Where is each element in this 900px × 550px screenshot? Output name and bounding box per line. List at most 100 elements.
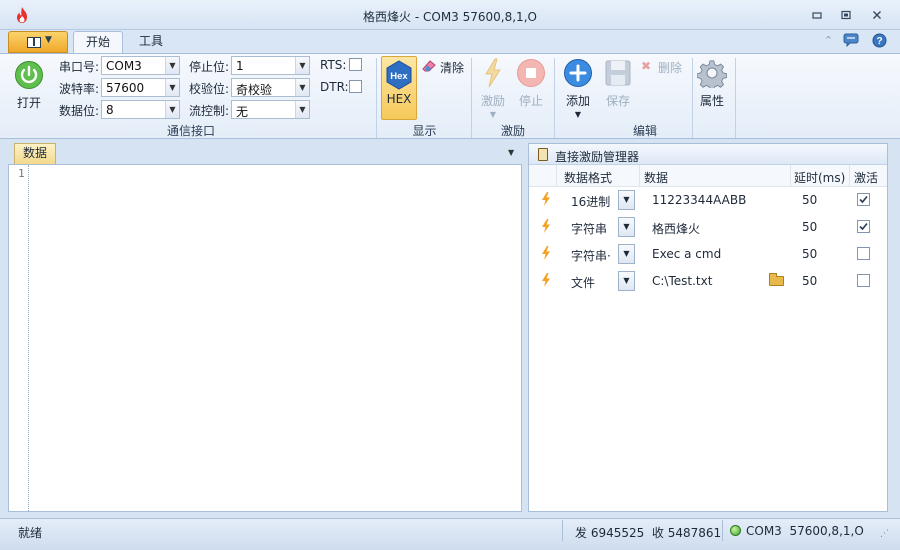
active-checkbox[interactable] [857, 220, 870, 233]
active-checkbox[interactable] [857, 193, 870, 206]
save-label: 保存 [605, 94, 630, 108]
port-value: COM3 [106, 59, 142, 73]
format-dropdown[interactable]: ▼ [618, 217, 635, 237]
port-label: 串口号: [59, 60, 100, 74]
stop-label: 停止 [518, 94, 543, 108]
flow-select[interactable]: 无 ▼ [231, 100, 310, 119]
status-separator [562, 520, 563, 541]
row-data[interactable]: 格西烽火 [652, 220, 700, 237]
svg-text:?: ? [876, 36, 882, 47]
delete-button[interactable]: ✖ 删除 [641, 59, 689, 75]
status-bar: 就绪 发 6945525 收 5487861 COM3 57600,8,1,O … [0, 518, 900, 550]
column-divider [556, 165, 557, 187]
chevron-down-icon: ▼ [295, 57, 309, 74]
stimulus-manager-panel: 直接激励管理器 数据格式 数据 延时(ms) 激活 16进制 ▼ 1122334… [528, 143, 888, 512]
hex-toggle-button[interactable]: Hex HEX [381, 56, 417, 120]
save-button[interactable]: 保存 [600, 58, 636, 109]
properties-button[interactable]: 属性 [694, 58, 730, 109]
lightning-icon [542, 273, 550, 287]
open-button[interactable]: 打开 [10, 60, 48, 111]
column-divider [790, 165, 791, 187]
chevron-down-icon: ▼ [295, 101, 309, 118]
row-format: 文件 [571, 276, 596, 290]
flow-value: 无 [236, 105, 249, 119]
group-separator [554, 58, 555, 138]
title-bar: 格西烽火 - COM3 57600,8,1,O [0, 0, 900, 30]
delete-x-icon: ✖ [641, 59, 652, 73]
data-editor[interactable]: 1 [8, 164, 522, 512]
open-label: 打开 [16, 96, 41, 110]
folder-open-icon[interactable] [769, 273, 784, 286]
column-header-active[interactable]: 激活 [854, 169, 878, 186]
stop-button[interactable]: 停止 [514, 58, 548, 109]
close-button[interactable] [866, 6, 888, 24]
help-icon[interactable]: ? [871, 33, 888, 50]
tab-tools[interactable]: 工具 [128, 31, 174, 53]
application-menu-button[interactable]: ▼ [8, 31, 68, 53]
power-icon [15, 61, 43, 89]
active-checkbox[interactable] [857, 274, 870, 287]
group-label-comm: 通信接口 [166, 124, 215, 138]
add-button[interactable]: 添加 ▼ [561, 58, 595, 119]
stopbits-select[interactable]: 1 ▼ [231, 56, 310, 75]
port-select[interactable]: COM3 ▼ [101, 56, 180, 75]
status-ready: 就绪 [18, 526, 43, 540]
chevron-down-icon[interactable]: ▼ [508, 148, 514, 157]
minimize-button[interactable] [806, 6, 828, 24]
baud-label: 波特率: [59, 82, 100, 96]
clear-button[interactable]: 清除 [421, 58, 469, 76]
column-header-delay[interactable]: 延时(ms) [794, 169, 845, 186]
stimulus-button[interactable]: 激励 ▼ [476, 58, 510, 119]
dtr-checkbox[interactable] [349, 80, 362, 93]
line-number: 1 [18, 167, 25, 180]
parity-value: 奇校验 [236, 83, 273, 97]
format-dropdown[interactable]: ▼ [618, 271, 635, 291]
checkmark-icon [859, 222, 868, 231]
connection-status-icon [730, 525, 741, 536]
row-delay[interactable]: 50 [802, 274, 817, 288]
row-format: 16进制 [571, 195, 611, 209]
chevron-down-icon: ▼ [295, 79, 309, 96]
collapse-ribbon-icon[interactable]: ⌃ [820, 33, 837, 50]
table-row[interactable]: 字符串· ▼ Exec a cmd 50 [529, 241, 887, 268]
row-delay[interactable]: 50 [802, 193, 817, 207]
group-separator [376, 58, 377, 138]
databits-value: 8 [106, 103, 114, 117]
flow-label: 流控制: [189, 104, 230, 118]
table-row[interactable]: 文件 ▼ C:\Test.txt 50 [529, 268, 887, 295]
lightning-icon [485, 58, 501, 88]
table-row[interactable]: 16进制 ▼ 11223344AABB 50 [529, 187, 887, 214]
ribbon-tab-strip: ▼ 开始 工具 ⌃ ? [0, 30, 900, 53]
properties-label: 属性 [699, 94, 724, 108]
databits-select[interactable]: 8 ▼ [101, 100, 180, 119]
chevron-down-icon: ▼ [489, 110, 497, 119]
clipboard-icon [538, 148, 548, 161]
column-header-format[interactable]: 数据格式 [564, 169, 612, 186]
row-data[interactable]: Exec a cmd [652, 247, 721, 261]
baud-select[interactable]: 57600 ▼ [101, 78, 180, 97]
format-dropdown[interactable]: ▼ [618, 190, 635, 210]
rts-checkbox[interactable] [349, 58, 362, 71]
active-checkbox[interactable] [857, 247, 870, 260]
clear-label: 清除 [440, 61, 465, 75]
row-delay[interactable]: 50 [802, 220, 817, 234]
table-row[interactable]: 字符串 ▼ 格西烽火 50 [529, 214, 887, 241]
tab-start[interactable]: 开始 [73, 31, 123, 53]
floppy-disk-icon [605, 60, 631, 86]
hex-label: HEX [386, 92, 412, 106]
stimulus-manager-title: 直接激励管理器 [555, 150, 640, 164]
tab-data[interactable]: 数据 [14, 143, 56, 164]
row-data[interactable]: C:\Test.txt [652, 274, 712, 288]
row-format: 字符串· [571, 249, 611, 263]
book-icon [27, 37, 41, 48]
row-data[interactable]: 11223344AABB [652, 193, 746, 207]
chevron-down-icon: ▼ [45, 35, 52, 45]
format-dropdown[interactable]: ▼ [618, 244, 635, 264]
restore-button[interactable] [835, 6, 857, 24]
resize-grip-icon[interactable]: ⋰ [880, 529, 889, 539]
parity-select[interactable]: 奇校验 ▼ [231, 78, 310, 97]
feedback-icon[interactable] [842, 33, 859, 50]
column-divider [639, 165, 640, 187]
column-header-data[interactable]: 数据 [644, 169, 668, 186]
row-delay[interactable]: 50 [802, 247, 817, 261]
